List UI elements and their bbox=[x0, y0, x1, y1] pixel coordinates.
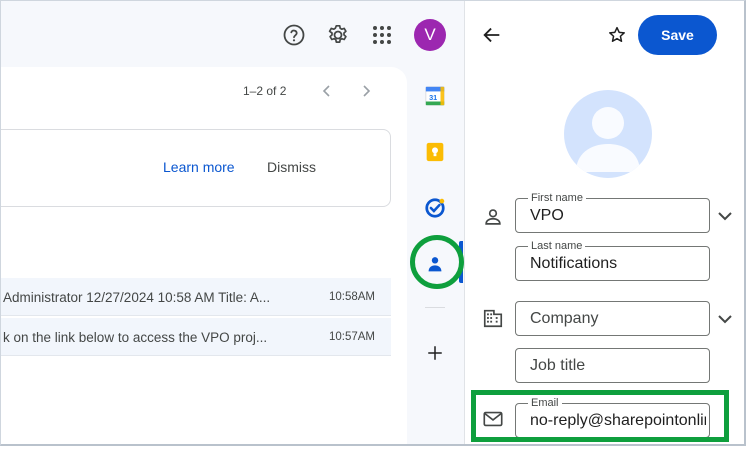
tasks-icon[interactable] bbox=[423, 196, 447, 220]
contact-edit-panel: Save First name VPO Last name Notificati… bbox=[464, 1, 744, 444]
calendar-day: 31 bbox=[429, 93, 437, 102]
last-name-field[interactable]: Last name Notifications bbox=[515, 239, 710, 281]
star-icon[interactable] bbox=[607, 25, 627, 45]
person-placeholder-icon bbox=[576, 107, 640, 172]
chevron-down-icon[interactable] bbox=[715, 206, 735, 226]
rail-divider bbox=[425, 307, 445, 308]
gmail-window: V 1–2 of 2 Learn more Dismiss Administra… bbox=[0, 0, 746, 446]
person-icon bbox=[481, 205, 505, 229]
first-name-field[interactable]: First name VPO bbox=[515, 191, 710, 233]
top-bar: V bbox=[1, 1, 463, 67]
mail-snippet: Administrator 12/27/2024 10:58 AM Title:… bbox=[3, 290, 271, 305]
pagination-count: 1–2 of 2 bbox=[243, 84, 287, 98]
prev-page-button[interactable] bbox=[317, 81, 337, 101]
chevron-right-icon bbox=[363, 85, 371, 97]
chevron-down-icon[interactable] bbox=[715, 309, 735, 329]
first-name-label: First name bbox=[528, 191, 586, 205]
dismiss-button[interactable]: Dismiss bbox=[267, 159, 316, 175]
last-name-value: Notifications bbox=[530, 255, 618, 272]
account-avatar[interactable]: V bbox=[414, 19, 446, 51]
job-title-field[interactable]: Job title bbox=[515, 348, 710, 383]
mail-time: 10:58AM bbox=[328, 291, 375, 303]
gear-icon[interactable] bbox=[325, 22, 351, 48]
keep-icon[interactable] bbox=[423, 140, 447, 164]
learn-more-link[interactable]: Learn more bbox=[163, 159, 235, 175]
calendar-icon[interactable]: 31 bbox=[423, 84, 447, 108]
highlight-circle bbox=[410, 235, 464, 289]
mail-snippet: k on the link below to access the VPO pr… bbox=[3, 330, 268, 345]
apps-grid-icon[interactable] bbox=[369, 22, 395, 48]
building-icon bbox=[481, 306, 505, 330]
next-page-button[interactable] bbox=[356, 81, 376, 101]
save-button[interactable]: Save bbox=[638, 15, 717, 55]
back-arrow-icon[interactable] bbox=[481, 24, 503, 46]
mail-time: 10:57AM bbox=[328, 331, 375, 343]
highlight-rectangle bbox=[471, 390, 729, 442]
mail-row[interactable]: k on the link below to access the VPO pr… bbox=[1, 318, 391, 356]
job-title-placeholder: Job title bbox=[530, 357, 586, 374]
first-name-value: VPO bbox=[530, 207, 564, 224]
company-placeholder: Company bbox=[530, 310, 599, 327]
company-field[interactable]: Company bbox=[515, 301, 710, 336]
mail-list-panel: 1–2 of 2 Learn more Dismiss Administrato… bbox=[1, 67, 407, 444]
notice-card: Learn more Dismiss bbox=[1, 129, 391, 207]
contact-photo[interactable] bbox=[564, 90, 652, 178]
help-icon[interactable] bbox=[281, 22, 307, 48]
last-name-label: Last name bbox=[528, 239, 586, 253]
plus-icon[interactable] bbox=[423, 341, 447, 365]
chevron-left-icon bbox=[322, 85, 330, 97]
mail-row[interactable]: Administrator 12/27/2024 10:58 AM Title:… bbox=[1, 278, 391, 316]
